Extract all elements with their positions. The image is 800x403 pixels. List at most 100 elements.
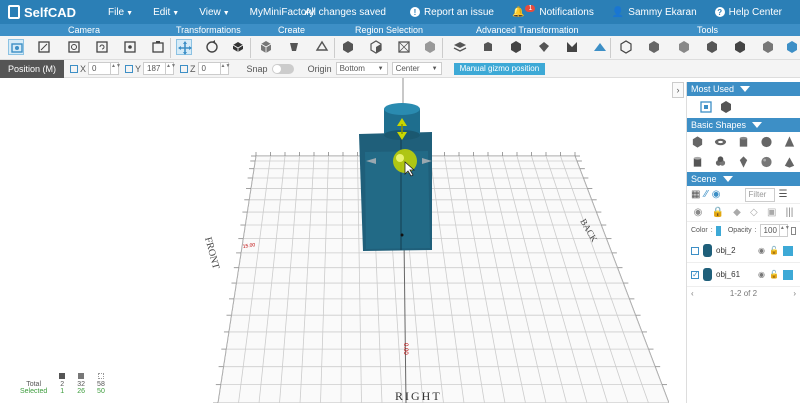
advanced-tool-6[interactable] <box>592 39 608 55</box>
menu-edit[interactable]: Edit ▼ <box>153 7 179 18</box>
region-edge-button[interactable] <box>422 39 438 55</box>
snap-toggle[interactable] <box>271 63 294 74</box>
eye-icon[interactable]: ◉ <box>758 246 765 255</box>
rotate-tool-button[interactable] <box>204 39 220 55</box>
scene-header[interactable]: Scene <box>687 172 800 186</box>
color-swatch[interactable] <box>715 225 721 236</box>
x-input[interactable]: 0 ▲▼ <box>88 62 121 75</box>
menu-icon[interactable]: ☰ <box>779 189 788 200</box>
advanced-tool-2[interactable] <box>480 39 496 55</box>
link-icon[interactable]: ⁄⁄ <box>704 189 707 200</box>
z-input[interactable]: 0 ▲▼ <box>197 62 230 75</box>
ball-shape-icon[interactable] <box>760 155 773 169</box>
user-menu[interactable]: 👤 Sammy Ekaran <box>612 7 697 18</box>
tools-4[interactable] <box>704 39 720 55</box>
region-cube-button[interactable] <box>340 39 356 55</box>
tools-7[interactable] <box>784 39 800 55</box>
prev-page-icon[interactable]: ‹ <box>691 289 694 298</box>
object-checkbox[interactable]: ✓ <box>691 270 699 279</box>
help-center-link[interactable]: ? Help Center <box>714 7 782 18</box>
camera-reset-button[interactable] <box>94 39 110 55</box>
visibility-icon[interactable]: ◉ <box>694 207 703 218</box>
category-tools[interactable]: Tools <box>697 24 718 36</box>
scale-tool-button[interactable] <box>230 39 246 55</box>
layers-icon[interactable]: ▦ <box>691 189 700 200</box>
camera-zoom-button[interactable] <box>122 39 138 55</box>
x-spinner[interactable]: ▲▼ <box>110 63 121 74</box>
object-color-icon[interactable] <box>782 245 793 256</box>
category-region-selection[interactable]: Region Selection <box>355 24 423 36</box>
lock-icon[interactable]: 🔓 <box>769 270 779 279</box>
scene-object-row[interactable]: obj_2 ◉ 🔓 <box>687 239 800 263</box>
camera-view-button[interactable] <box>8 39 24 55</box>
tools-6[interactable] <box>760 39 776 55</box>
notifications-link[interactable]: 🔔 1 Notifications <box>512 4 594 18</box>
lock-icon[interactable]: 🔓 <box>769 246 779 255</box>
create-cube-button[interactable] <box>258 39 274 55</box>
logo[interactable]: SelfCAD <box>8 5 88 20</box>
opacity-spinner[interactable]: ▲▼ <box>778 225 790 236</box>
eye-icon[interactable]: ◉ <box>712 189 721 200</box>
tools-2[interactable] <box>646 39 662 55</box>
category-camera[interactable]: Camera <box>68 24 100 36</box>
columns-icon[interactable]: ||| <box>786 207 794 218</box>
camera-screenshot-button[interactable] <box>150 39 166 55</box>
next-page-icon[interactable]: › <box>793 289 796 298</box>
tools-3[interactable] <box>676 39 692 55</box>
gem-shape-icon[interactable] <box>737 155 750 169</box>
cone-shape-icon[interactable] <box>783 135 796 149</box>
object-color-icon[interactable] <box>782 269 793 280</box>
eye-icon[interactable]: ◉ <box>758 270 765 279</box>
y-input[interactable]: 187 ▲▼ <box>143 62 176 75</box>
scene-object-row[interactable]: ✓ obj_61 ◉ 🔓 <box>687 263 800 287</box>
category-advanced-transformation[interactable]: Advanced Transformation <box>476 24 579 36</box>
collapse-panel-button[interactable]: › <box>672 82 684 98</box>
y-spinner[interactable]: ▲▼ <box>165 63 176 74</box>
most-used-header[interactable]: Most Used <box>687 82 800 96</box>
lock-icon[interactable]: 🔒 <box>712 207 724 218</box>
move-tool-button[interactable] <box>176 39 192 55</box>
cube-tool-icon[interactable] <box>719 100 733 114</box>
move-tool-icon[interactable] <box>699 100 713 114</box>
region-face-button[interactable] <box>368 39 384 55</box>
knot-shape-icon[interactable] <box>714 155 727 169</box>
scene-canvas[interactable]: FRONT BACK RIGHT 15.00 0.00 <box>0 78 669 403</box>
opacity-checkbox[interactable] <box>790 226 796 235</box>
category-create[interactable]: Create <box>278 24 305 36</box>
basic-shapes-header[interactable]: Basic Shapes <box>687 118 800 132</box>
origin-select[interactable]: Bottom ▼ <box>335 62 388 75</box>
category-transformations[interactable]: Transformations <box>176 24 241 36</box>
pyramid-shape-icon[interactable] <box>783 155 796 169</box>
menu-file[interactable]: File ▼ <box>108 7 133 18</box>
3d-viewport[interactable]: FRONT BACK RIGHT 15.00 0.00 Total 2 32 5… <box>0 78 669 403</box>
camera-perspective-button[interactable] <box>36 39 52 55</box>
object-checkbox[interactable] <box>691 246 699 255</box>
z-spinner[interactable]: ▲▼ <box>219 63 230 74</box>
x-lock-checkbox[interactable] <box>70 64 78 73</box>
advanced-tool-4[interactable] <box>536 39 552 55</box>
torus-shape-icon[interactable] <box>714 135 727 149</box>
create-sketch-button[interactable] <box>314 39 330 55</box>
y-lock-checkbox[interactable] <box>125 64 134 73</box>
manual-gizmo-button[interactable]: Manual gizmo position <box>453 62 546 75</box>
filter-input[interactable]: Filter <box>744 187 775 202</box>
center-select[interactable]: Center ▼ <box>391 62 442 75</box>
region-box-button[interactable] <box>396 39 412 55</box>
cube-shape-icon[interactable] <box>691 135 704 149</box>
advanced-tool-3[interactable] <box>508 39 524 55</box>
tools-1[interactable] <box>618 39 634 55</box>
advanced-tool-1[interactable] <box>452 39 468 55</box>
ungroup-icon[interactable]: ◇ <box>750 207 758 218</box>
group-icon[interactable]: ◆ <box>733 207 741 218</box>
camera-rotate-button[interactable] <box>66 39 82 55</box>
advanced-tool-5[interactable] <box>564 39 580 55</box>
opacity-input[interactable]: 100 ▲▼ <box>759 224 790 237</box>
duplicate-icon[interactable]: ▣ <box>767 207 776 218</box>
menu-view[interactable]: View ▼ <box>199 7 229 18</box>
z-lock-checkbox[interactable] <box>180 64 189 73</box>
sphere-shape-icon[interactable] <box>760 135 773 149</box>
create-shape-button[interactable] <box>286 39 302 55</box>
report-issue-link[interactable]: ! Report an issue <box>409 7 494 18</box>
cylinder-shape-icon[interactable] <box>737 135 750 149</box>
selected-object[interactable] <box>359 103 432 251</box>
